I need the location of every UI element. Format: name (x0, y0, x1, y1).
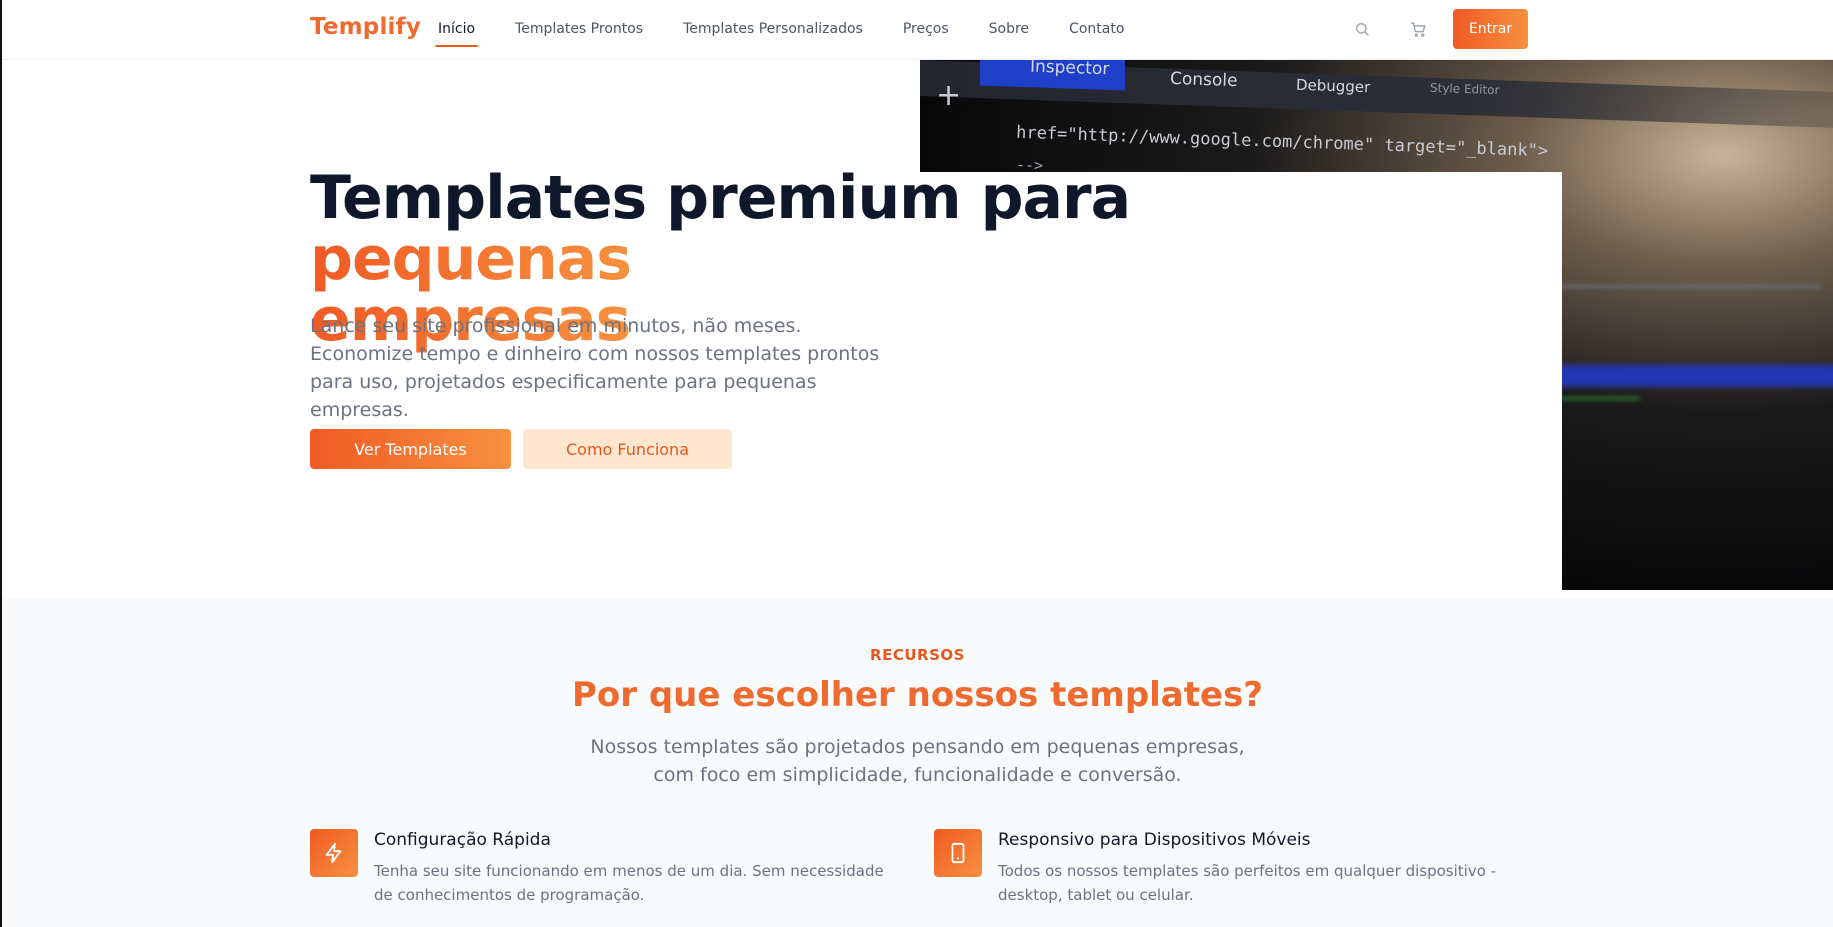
section-subtitle: Nossos templates são projetados pensando… (590, 736, 1245, 786)
devtools-tab-inspector: Inspector (1029, 60, 1110, 80)
feature-title: Responsivo para Dispositivos Móveis (998, 830, 1311, 850)
nav-link-inicio[interactable]: Início (434, 21, 479, 47)
hero-subtitle: Lance seu site profissional em minutos, … (310, 315, 880, 421)
devtools-tab-style: Style Editor (1429, 80, 1500, 98)
section-title: Por que escolher nossos templates? (571, 675, 1264, 715)
nav-link-precos[interactable]: Preços (903, 21, 949, 41)
login-button[interactable]: Entrar (1453, 9, 1528, 49)
nav-link-templates-prontos[interactable]: Templates Prontos (515, 21, 643, 41)
plus-icon: + (936, 78, 962, 113)
nav-link-contato[interactable]: Contato (1069, 21, 1124, 41)
view-templates-button[interactable]: Ver Templates (310, 429, 511, 469)
hero-title-accent: pequenas (310, 224, 632, 294)
nav-link-sobre[interactable]: Sobre (989, 21, 1029, 41)
hero-title-main: Templates premium para (310, 163, 1131, 233)
section-kicker: RECURSOS (870, 646, 965, 664)
highlighted-code-line (1520, 365, 1833, 387)
cart-icon[interactable] (1407, 18, 1429, 40)
feature-description: Tenha seu site funcionando em menos de u… (374, 862, 884, 904)
feature-description: Todos os nossos templates são perfeitos … (998, 862, 1497, 904)
code-line: href="http://www.google.com/chrome" targ… (1015, 122, 1549, 162)
feature-title: Configuração Rápida (374, 830, 551, 850)
nav-link-templates-personalizados[interactable]: Templates Personalizados (683, 21, 863, 41)
features-section: RECURSOS Por que escolher nossos templat… (2, 597, 1833, 927)
smartphone-icon (934, 829, 982, 877)
page: Inspector Console Debugger Style Editor … (2, 0, 1833, 927)
devtools-tab-debugger: Debugger (1295, 75, 1371, 97)
blurred-code-line (1560, 285, 1820, 288)
nav-links: Início Templates Prontos Templates Perso… (434, 21, 1164, 47)
lightning-icon (310, 829, 358, 877)
devtools-tab-console: Console (1169, 68, 1238, 92)
search-icon[interactable] (1351, 18, 1373, 40)
logo[interactable]: Templify (310, 14, 421, 40)
blurred-code-line (1560, 397, 1640, 400)
top-navbar: Templify Início Templates Prontos Templa… (2, 0, 1833, 60)
how-it-works-button[interactable]: Como Funciona (523, 429, 732, 469)
